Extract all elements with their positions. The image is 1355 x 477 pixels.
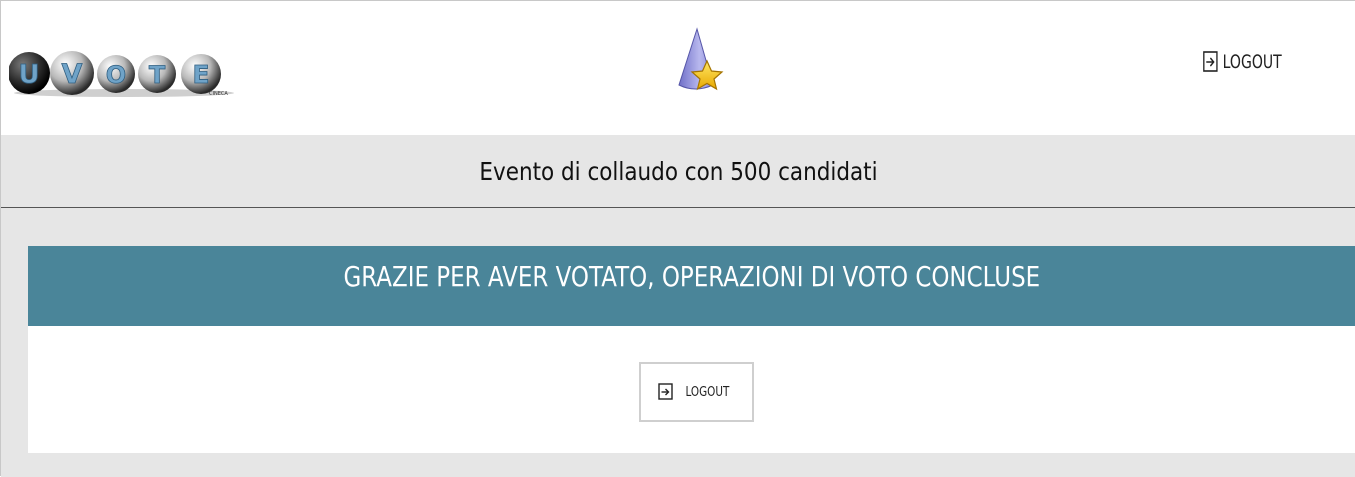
logout-button[interactable]: LOGOUT xyxy=(639,362,754,422)
thanks-banner: GRAZIE PER AVER VOTATO, OPERAZIONI DI VO… xyxy=(28,246,1355,326)
cone-star-icon xyxy=(673,27,729,99)
header-logout-label: LOGOUT xyxy=(1222,51,1282,73)
header-logout-link[interactable]: LOGOUT xyxy=(1203,51,1282,73)
logo-sub: CINECA xyxy=(209,91,228,97)
event-title: Evento di collaudo con 500 candidati xyxy=(479,156,878,186)
logo-letter-o: O xyxy=(106,61,126,89)
logout-icon xyxy=(658,383,674,401)
logout-icon xyxy=(1203,51,1219,73)
event-title-bar: Evento di collaudo con 500 candidati xyxy=(1,135,1355,208)
header: U V O T E CINECA LOGOUT xyxy=(1,1,1355,135)
logo-letter-v: V xyxy=(62,59,83,90)
action-panel: LOGOUT xyxy=(28,326,1355,453)
logo-letter-u: U xyxy=(18,60,39,90)
logo-letter-e: E xyxy=(192,60,209,89)
app-window: U V O T E CINECA LOGOUT Evento di collau… xyxy=(0,0,1355,477)
uvote-logo: U V O T E CINECA xyxy=(8,43,239,105)
logo-letter-t: T xyxy=(149,61,166,89)
thanks-message: GRAZIE PER AVER VOTATO, OPERAZIONI DI VO… xyxy=(343,260,1041,293)
main-content: GRAZIE PER AVER VOTATO, OPERAZIONI DI VO… xyxy=(1,208,1355,477)
logout-button-label: LOGOUT xyxy=(685,384,730,400)
